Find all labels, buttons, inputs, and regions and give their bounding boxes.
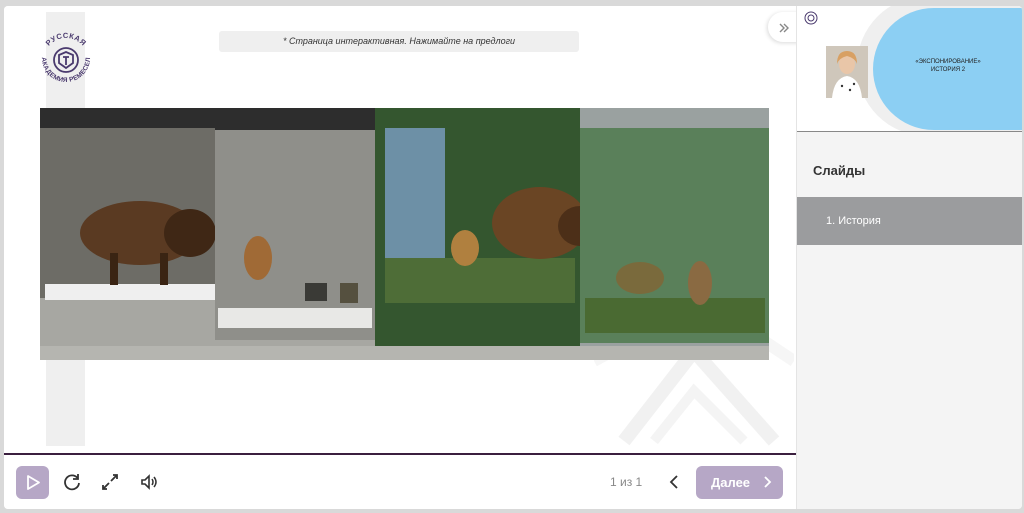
interactive-hint: * Страница интерактивная. Нажимайте на п… (219, 31, 579, 52)
volume-icon[interactable] (137, 470, 161, 494)
svg-text:РУССКАЯ: РУССКАЯ (44, 31, 88, 48)
replay-icon[interactable] (60, 470, 84, 494)
preview-caption-line1: «ЭКСПОНИРОВАНИЕ» (915, 59, 981, 65)
player-controls: 1 из 1 Далее (4, 455, 796, 509)
chevron-right-icon (764, 476, 772, 488)
preview-caption: «ЭКСПОНИРОВАНИЕ» ИСТОРИЯ 2 (881, 58, 1015, 74)
fullscreen-icon[interactable] (98, 470, 122, 494)
double-chevron-right-icon (779, 23, 789, 33)
player-window: РУССКАЯ АКАДЕМИЯ РЕМЕСЕЛ * Страница инте… (4, 6, 1022, 509)
slide-stage: РУССКАЯ АКАДЕМИЯ РЕМЕСЕЛ * Страница инте… (4, 6, 796, 453)
video-preview[interactable]: «ЭКСПОНИРОВАНИЕ» ИСТОРИЯ 2 (797, 6, 1022, 132)
play-icon (27, 475, 40, 490)
slide-list-item[interactable]: 1. История (797, 197, 1022, 245)
academy-logo-small (804, 11, 818, 25)
slides-sidebar: «ЭКСПОНИРОВАНИЕ» ИСТОРИЯ 2 Слайды 1. Ист… (796, 6, 1022, 509)
chevron-left-icon[interactable] (663, 470, 687, 494)
next-button-label: Далее (711, 475, 751, 490)
next-button[interactable]: Далее (696, 466, 783, 499)
museum-exhibit-photo[interactable] (40, 108, 769, 360)
play-button[interactable] (16, 466, 49, 499)
page-counter: 1 из 1 (610, 475, 643, 489)
preview-caption-line2: ИСТОРИЯ 2 (930, 67, 966, 73)
slides-heading: Слайды (813, 163, 866, 178)
presenter-thumbnail (826, 46, 868, 98)
academy-logo: РУССКАЯ АКАДЕМИЯ РЕМЕСЕЛ (40, 31, 92, 84)
